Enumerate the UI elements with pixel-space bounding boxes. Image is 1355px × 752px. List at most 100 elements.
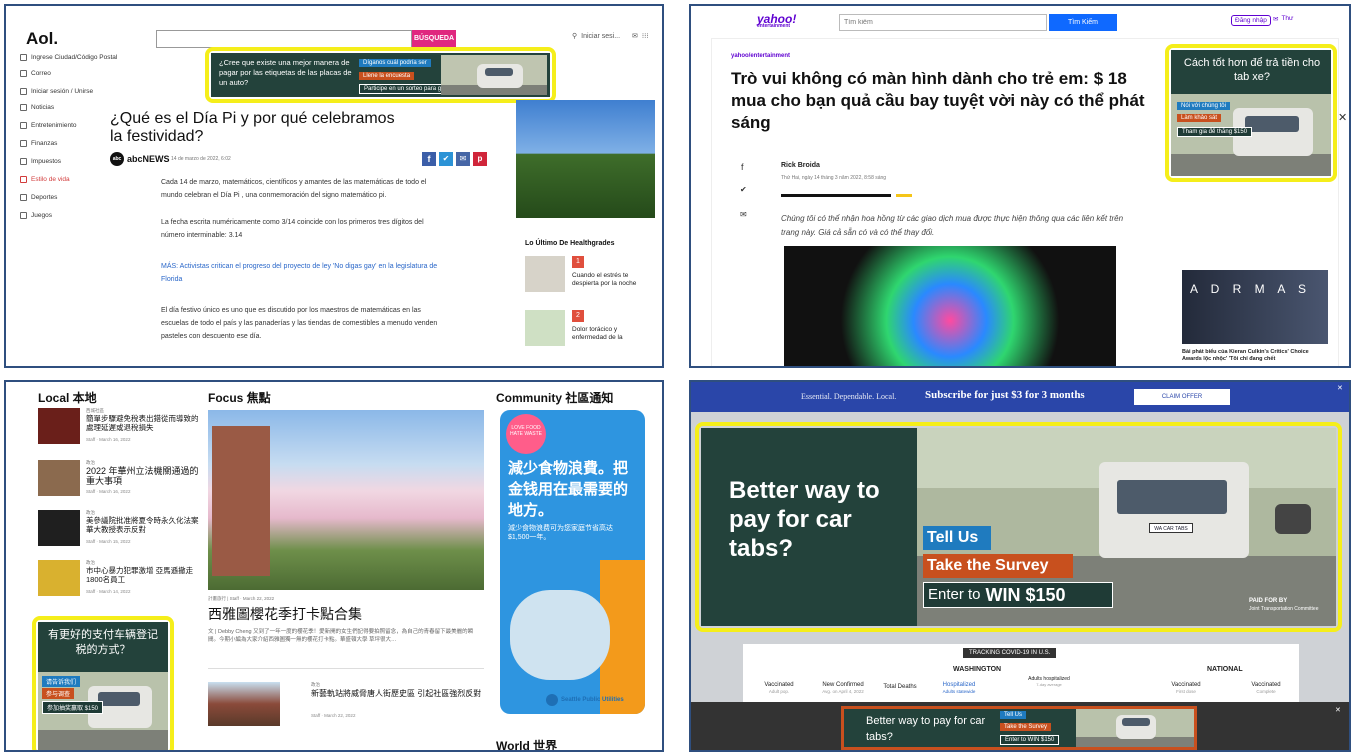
sidebar-item-signin[interactable]: Iniciar sesión / Unirse	[20, 88, 93, 95]
chart-icon	[20, 140, 27, 147]
dumpling-illustration	[510, 590, 610, 680]
award-show-image[interactable]: A D R M A S	[1182, 270, 1328, 344]
pencil-icon	[20, 54, 27, 61]
building-shape	[212, 426, 270, 576]
share-email-icon[interactable]: ✉	[740, 210, 747, 219]
close-icon[interactable]: ✕	[1338, 111, 1347, 124]
yahoo-signin-button[interactable]: Đăng nhập	[1231, 15, 1271, 26]
close-icon[interactable]: ✕	[1337, 384, 1343, 392]
facebook-icon[interactable]: f	[422, 152, 436, 166]
seattle-public-utilities-logo[interactable]: Seattle Public Utilities	[546, 694, 626, 706]
apps-grid-icon[interactable]: ⁝⁝⁝	[642, 32, 649, 40]
sidebar-item-entertainment[interactable]: Entretenimiento	[20, 122, 77, 129]
mail-icon[interactable]: ✉	[632, 32, 638, 40]
sidebar-item-news[interactable]: Noticias	[20, 104, 54, 111]
focus-headline[interactable]: 西雅圖櫻花季打卡點合集	[208, 604, 362, 624]
car-photo	[1076, 709, 1194, 747]
article-date: Thứ Hai, ngày 14 tháng 3 năm 2022, 8:58 …	[781, 175, 887, 181]
mail-icon	[20, 70, 27, 77]
focus-meta: 計畫旅行 | Staff · March 22, 2022	[208, 596, 275, 601]
news-thumb	[38, 560, 80, 596]
sidebar-item-sports[interactable]: Deportes	[20, 194, 57, 201]
sidebar-item-games[interactable]: Juegos	[20, 212, 52, 219]
ad-highlight	[1165, 44, 1337, 182]
subscribe-banner[interactable]: Essential. Dependable. Local. Subscribe …	[691, 382, 1349, 412]
signin-link[interactable]: ⚲ Iniciar sesi... ✉ ⁝⁝⁝	[572, 32, 649, 41]
glowing-orb-image[interactable]	[784, 246, 1116, 366]
ad-highlight	[32, 616, 174, 750]
twitter-icon[interactable]: ✔	[439, 152, 453, 166]
world-section-title[interactable]: World 世界	[496, 737, 557, 750]
ball-icon	[20, 194, 27, 201]
sidebar-item-taxes[interactable]: Impuestos	[20, 158, 61, 165]
ad-tell-us-button[interactable]: Tell Us	[1000, 711, 1027, 719]
document-icon	[20, 158, 27, 165]
heart-icon	[20, 176, 27, 183]
yahoo-panel: yahoo!entertainment Tìm Kiếm Đăng nhập ✉…	[689, 4, 1351, 368]
local-section-title[interactable]: Local 本地	[38, 389, 97, 406]
sidebar-item-location[interactable]: Ingrese Ciudad/Código Postal	[20, 54, 117, 61]
ad-survey-button[interactable]: Take the Survey	[1000, 723, 1052, 731]
yahoo-logo[interactable]: yahoo! entertainment	[757, 12, 796, 29]
aol-panel: Aol. BÚSQUEDA ⚲ Iniciar sesi... ✉ ⁝⁝⁝ Ingr…	[4, 4, 664, 368]
yahoo-search-input[interactable]	[839, 14, 1047, 31]
sidebar-landscape-image[interactable]	[516, 100, 655, 218]
email-share-icon[interactable]: ✉	[456, 152, 470, 166]
cherry-blossom-image[interactable]	[208, 410, 484, 590]
news-thumb	[38, 408, 80, 444]
latest-item[interactable]: 2 Dolor torácico y enfermedad de la	[525, 310, 655, 350]
divider	[208, 668, 484, 669]
community-section-title[interactable]: Community 社區通知	[496, 389, 613, 406]
ad-highlight	[695, 422, 1342, 632]
aol-logo[interactable]: Aol.	[26, 29, 58, 49]
share-facebook-icon[interactable]: f	[741, 162, 744, 172]
pinterest-icon[interactable]: p	[473, 152, 487, 166]
yahoo-search-button[interactable]: Tìm Kiếm	[1049, 14, 1117, 31]
local-news-item[interactable]: 政治 市中心暴力犯罪激增 亞馬遜撤走1800名員工 Staff · March 14…	[38, 560, 198, 600]
share-twitter-icon[interactable]: ✔	[740, 185, 747, 194]
gamepad-icon	[20, 212, 27, 219]
second-kicker: 政治	[311, 682, 320, 687]
news-thumb	[38, 510, 80, 546]
latest-item-image	[525, 310, 565, 346]
local-news-item[interactable]: 西城社區 簡單步驟避免稅表出錯從而導致的處理延遲或退稅損失 Staff · Marc…	[38, 408, 199, 448]
news-icon	[20, 104, 27, 111]
sidebar-item-lifestyle[interactable]: Estilo de vida	[20, 176, 70, 183]
chinatown-image[interactable]	[208, 682, 280, 726]
ad-win-button[interactable]: Enter to WIN $150	[1000, 735, 1060, 745]
close-icon[interactable]: ✕	[1335, 706, 1341, 714]
article-paragraph-4: El día festivo único es uno que es discu…	[161, 307, 438, 340]
yahoo-section-label[interactable]: yahoo/entertainment	[731, 53, 790, 59]
search-button[interactable]: BÚSQUEDA	[412, 30, 456, 48]
sidebar-item-mail[interactable]: Correo	[20, 70, 51, 77]
user-icon	[20, 88, 27, 95]
author-name[interactable]: Rick Broida	[781, 162, 820, 169]
local-news-item[interactable]: 政治 美參議院批准將夏令時永久化法案 華大教授表示反對 Staff · March …	[38, 510, 199, 550]
abc-circle-icon: abc	[110, 152, 124, 166]
second-title[interactable]: 新藝軌站將威脅唐人街歷史區 引起社區強烈反對	[311, 689, 483, 699]
latest-title: Lo Último De Healthgrades	[525, 240, 615, 247]
film-icon	[20, 122, 27, 129]
abc-news-logo[interactable]: abc abcNEWS	[110, 152, 170, 166]
food-waste-ad[interactable]: LOVE FOOD HATE WASTE 減少食物浪費。把金钱用在最需要的地方。…	[500, 410, 645, 714]
user-icon: ⚲	[572, 33, 578, 40]
ad-highlight	[205, 47, 556, 103]
article-headline: ¿Qué es el Día Pi y por qué celebramos l…	[110, 110, 395, 145]
mail-icon: ✉	[1273, 16, 1279, 23]
article-paragraph-1: Cada 14 de marzo, matemáticos, científic…	[161, 179, 427, 199]
article-paragraph-2: La fecha escrita numéricamente como 3/14…	[161, 219, 424, 239]
article-related-link[interactable]: MÁS: Activistas critican el progreso del…	[161, 260, 446, 286]
claim-offer-button[interactable]: CLAIM OFFER	[1134, 389, 1230, 405]
latest-item[interactable]: 1 Cuando el estrés te despierta por la n…	[525, 256, 655, 296]
love-food-badge: LOVE FOOD HATE WASTE	[506, 414, 546, 454]
search-input[interactable]	[156, 30, 412, 48]
share-buttons: f ✔ ✉ p	[422, 152, 487, 166]
news-thumb	[38, 460, 80, 496]
side-caption[interactable]: Bài phát biểu của Kieran Culkin's Critic…	[1182, 349, 1328, 363]
bottom-car-tabs-ad[interactable]: Better way to pay for car tabs? Tell Us …	[841, 706, 1197, 750]
focus-section-title[interactable]: Focus 焦點	[208, 389, 271, 406]
affiliate-disclaimer: Chúng tôi có thể nhận hoa hồng từ các gi…	[781, 214, 1124, 237]
local-news-item[interactable]: 政治 2022 年華州立法機關通過的重大事項 Staff · March 16, 2…	[38, 460, 199, 500]
yahoo-mail-link[interactable]: ✉ Thư	[1273, 15, 1293, 23]
sidebar-item-finance[interactable]: Finanzas	[20, 140, 57, 147]
